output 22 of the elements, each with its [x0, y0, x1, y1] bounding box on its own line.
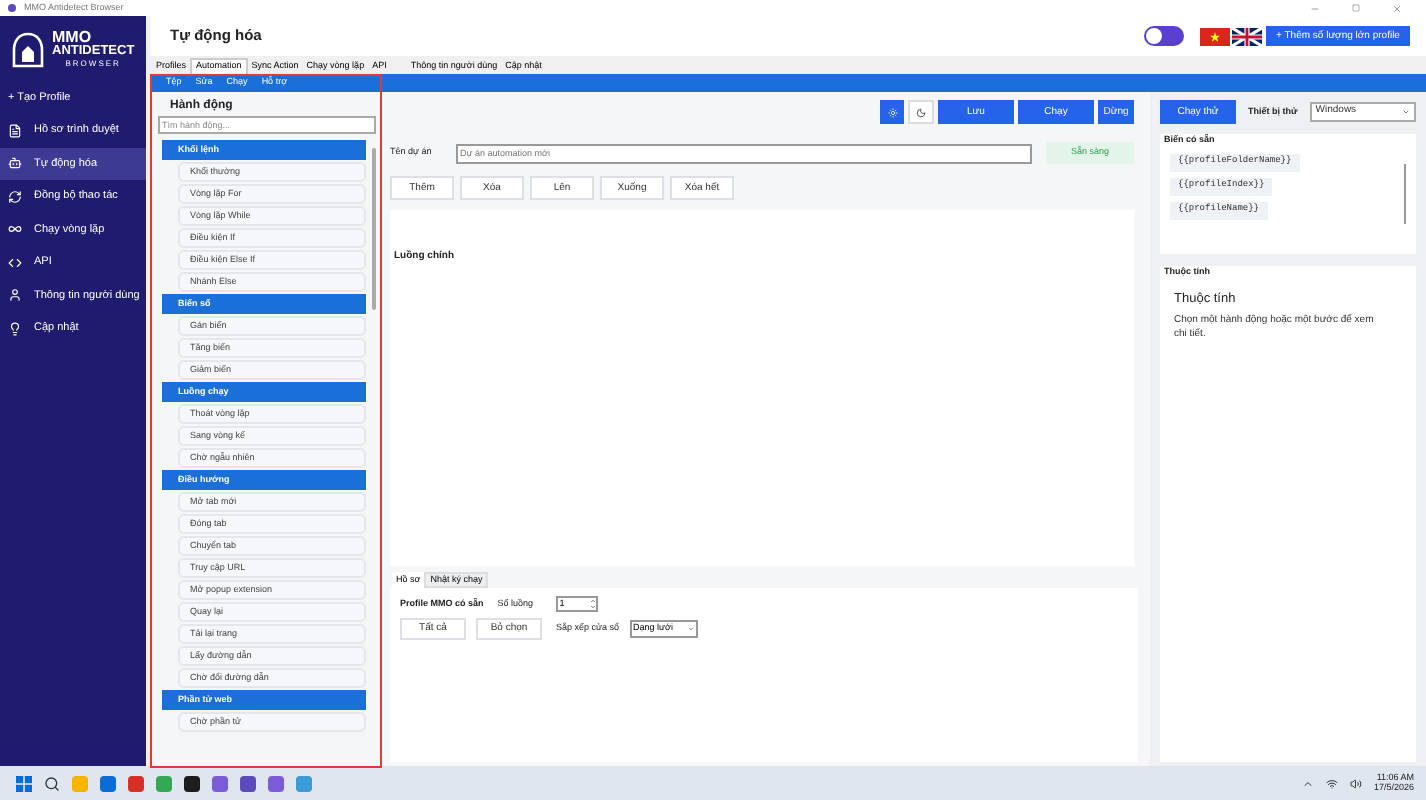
scrollbar[interactable] — [1403, 164, 1406, 224]
menu-icon — [8, 222, 22, 237]
app-icon — [8, 4, 16, 12]
scrollbar[interactable] — [372, 148, 376, 310]
menu-icon — [8, 123, 22, 138]
menu-icon — [8, 156, 22, 171]
dark-mode-button[interactable] — [908, 100, 934, 124]
moon-icon — [916, 107, 926, 117]
menu-icon — [8, 288, 22, 303]
sun-icon — [887, 107, 897, 117]
chevron-icon[interactable] — [1301, 777, 1314, 789]
menu-icon — [8, 189, 22, 204]
menu-icon — [8, 321, 22, 336]
menu-icon — [8, 255, 22, 270]
logo-text: MMO — [52, 29, 92, 46]
windows-logo-icon[interactable] — [16, 775, 32, 791]
theme-switch[interactable] — [1144, 26, 1184, 46]
search-icon[interactable] — [44, 775, 60, 791]
flag-icon[interactable] — [1232, 27, 1262, 45]
speaker-icon[interactable] — [1349, 777, 1362, 789]
wifi-icon[interactable] — [1325, 777, 1338, 789]
light-mode-button[interactable] — [880, 100, 904, 124]
